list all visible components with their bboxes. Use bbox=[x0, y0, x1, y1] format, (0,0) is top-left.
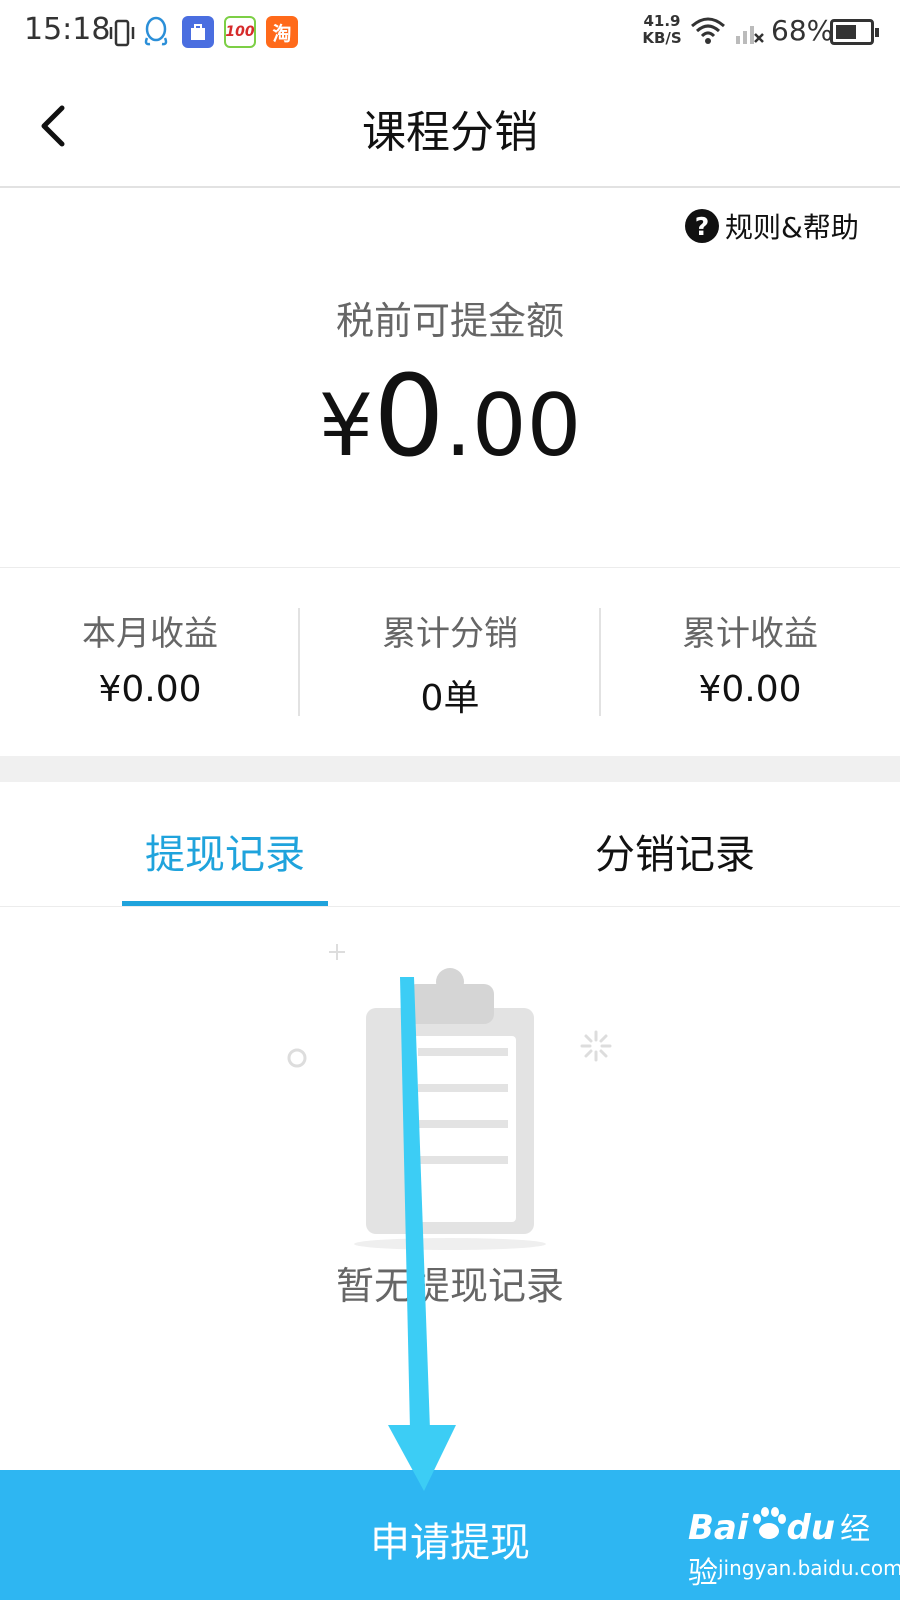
amount-decimal: .00 bbox=[444, 376, 582, 476]
tab-distribution-records[interactable]: 分销记录 bbox=[450, 822, 900, 880]
status-bar: 15:18 100 淘 41.9 KB/S 68% bbox=[0, 0, 900, 66]
stat-total-income: 累计收益 ¥0.00 bbox=[600, 606, 900, 710]
section-divider bbox=[0, 756, 900, 782]
wifi-icon bbox=[690, 16, 726, 50]
record-tabs: 提现记录 分销记录 bbox=[0, 782, 900, 907]
stat-value: ¥0.00 bbox=[98, 669, 202, 710]
status-time: 15:18 bbox=[24, 12, 111, 47]
stat-total-orders: 累计分销 0单 bbox=[300, 606, 600, 721]
question-icon: ? bbox=[685, 209, 719, 243]
rules-help-link[interactable]: ? 规则&帮助 bbox=[685, 206, 859, 246]
amount-integer: 0 bbox=[373, 352, 445, 482]
watermark-url: jingyan.baidu.com bbox=[718, 1556, 900, 1580]
header: 课程分销 bbox=[0, 66, 900, 188]
network-speed: 41.9 KB/S bbox=[642, 12, 682, 47]
withdrawable-label: 税前可提金额 bbox=[335, 299, 564, 343]
qq-icon bbox=[142, 16, 170, 52]
help-label: 规则&帮助 bbox=[725, 211, 859, 244]
paw-icon bbox=[752, 1507, 786, 1539]
page-title: 课程分销 bbox=[362, 107, 538, 158]
battery-percent: 68% bbox=[771, 14, 834, 47]
signal-icon bbox=[734, 18, 764, 50]
taobao-icon: 淘 bbox=[266, 16, 298, 48]
vibrate-icon bbox=[108, 18, 136, 52]
battery-icon bbox=[830, 19, 879, 45]
annotation-arrow bbox=[388, 977, 456, 1491]
stat-value: 0单 bbox=[420, 678, 480, 719]
withdrawable-amount: ¥0.00 bbox=[0, 352, 900, 482]
stat-label: 累计收益 bbox=[682, 614, 818, 654]
active-tab-indicator bbox=[122, 901, 328, 906]
app-100-icon: 100 bbox=[224, 16, 256, 48]
tab-withdraw-records[interactable]: 提现记录 bbox=[0, 822, 450, 880]
stat-value: ¥0.00 bbox=[698, 669, 802, 710]
stat-monthly-income: 本月收益 ¥0.00 bbox=[0, 606, 300, 710]
store-icon bbox=[182, 16, 214, 48]
stat-label: 累计分销 bbox=[382, 614, 518, 654]
divider bbox=[0, 567, 900, 568]
currency-symbol: ¥ bbox=[318, 376, 374, 476]
stat-label: 本月收益 bbox=[82, 614, 218, 654]
